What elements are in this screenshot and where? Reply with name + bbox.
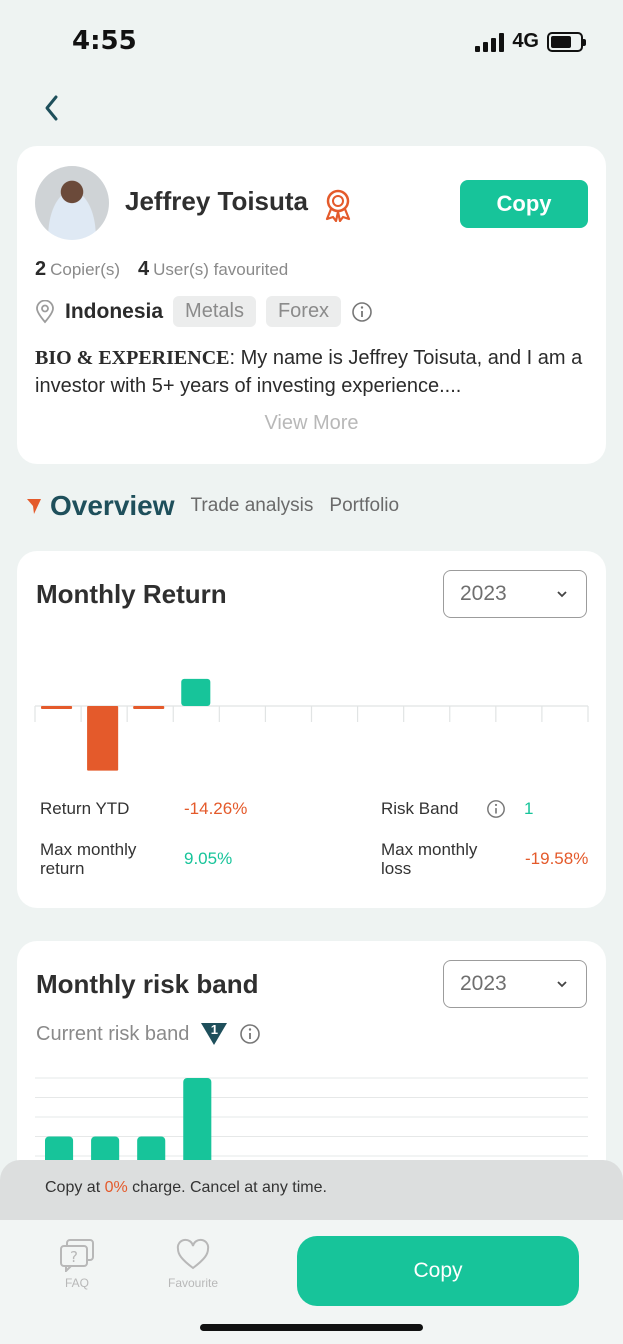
signal-icon	[475, 32, 505, 52]
bar-apr	[181, 678, 211, 706]
bottom-bar: ? FAQ Favourite Copy	[0, 1220, 623, 1344]
bio-heading: BIO & EXPERIENCE	[35, 347, 230, 369]
faq-icon: ?	[60, 1239, 94, 1272]
tab-trade-analysis[interactable]: Trade analysis	[191, 495, 314, 517]
faq-label: FAQ	[64, 1276, 89, 1290]
charge-value: 0%	[104, 1179, 128, 1196]
section-tabs: Overview Trade analysis Portfolio	[26, 490, 399, 522]
bio-text: BIO & EXPERIENCE: My name is Jeffrey Toi…	[35, 344, 595, 400]
award-badge-icon	[325, 189, 351, 222]
home-indicator	[200, 1324, 423, 1331]
info-icon[interactable]	[486, 799, 506, 819]
risk-band-value: 1	[524, 799, 534, 818]
trader-name: Jeffrey Toisuta	[125, 186, 309, 216]
faq-button[interactable]: ? FAQ	[58, 1238, 96, 1290]
follower-stats: 2 Copier(s) 4 User(s) favourited	[35, 258, 288, 281]
location-row: Indonesia Metals Forex	[35, 296, 373, 327]
copy-bottom-button[interactable]: Copy	[297, 1236, 579, 1306]
profile-card: Jeffrey Toisuta Copy 2 Copier(s) 4 User(s)…	[17, 146, 606, 464]
bar-mar	[133, 706, 165, 709]
chevron-left-icon	[45, 95, 58, 121]
bar-jan	[41, 706, 73, 709]
max-loss-value: -19.58%	[525, 849, 589, 868]
status-time: 4:55	[72, 26, 137, 56]
return-ytd-value: -14.26%	[184, 799, 248, 818]
status-bar: 4:55 4G	[0, 0, 623, 80]
max-return-value: 9.05%	[184, 849, 233, 868]
copy-button[interactable]: Copy	[460, 180, 588, 228]
tag-metals: Metals	[173, 296, 256, 327]
tab-portfolio[interactable]: Portfolio	[329, 495, 399, 517]
country-label: Indonesia	[65, 299, 164, 323]
arrow-pointer-icon	[27, 499, 41, 514]
favourited-stat: 4 User(s) favourited	[138, 258, 289, 280]
heart-icon	[176, 1238, 210, 1270]
location-pin-icon	[36, 299, 54, 323]
copiers-stat: 2 Copier(s)	[35, 258, 121, 280]
avatar[interactable]	[35, 166, 109, 240]
tab-overview[interactable]: Overview	[26, 490, 175, 522]
network-label: 4G	[512, 30, 539, 52]
return-ytd-label: Return YTD	[40, 799, 130, 818]
monthly-return-card: Monthly Return 2023 Return YTD -14.26% R…	[17, 551, 606, 908]
battery-icon	[547, 31, 586, 52]
max-loss-label: Max monthly loss	[381, 840, 478, 878]
info-icon[interactable]	[351, 301, 373, 323]
favourite-button[interactable]: Favourite	[168, 1238, 218, 1290]
risk-band-label: Risk Band	[381, 799, 459, 818]
tag-forex: Forex	[265, 296, 342, 327]
max-return-label: Max monthly return	[40, 840, 137, 878]
view-more-link[interactable]: View More	[17, 412, 606, 435]
bar-feb	[87, 706, 119, 771]
svg-text:?: ?	[70, 1248, 78, 1266]
monthly-return-chart	[34, 678, 589, 771]
charge-notice: Copy at 0% charge. Cancel at any time.	[0, 1160, 623, 1222]
favourite-label: Favourite	[168, 1276, 219, 1290]
back-button[interactable]	[34, 88, 70, 128]
status-icons: 4G	[475, 30, 586, 53]
